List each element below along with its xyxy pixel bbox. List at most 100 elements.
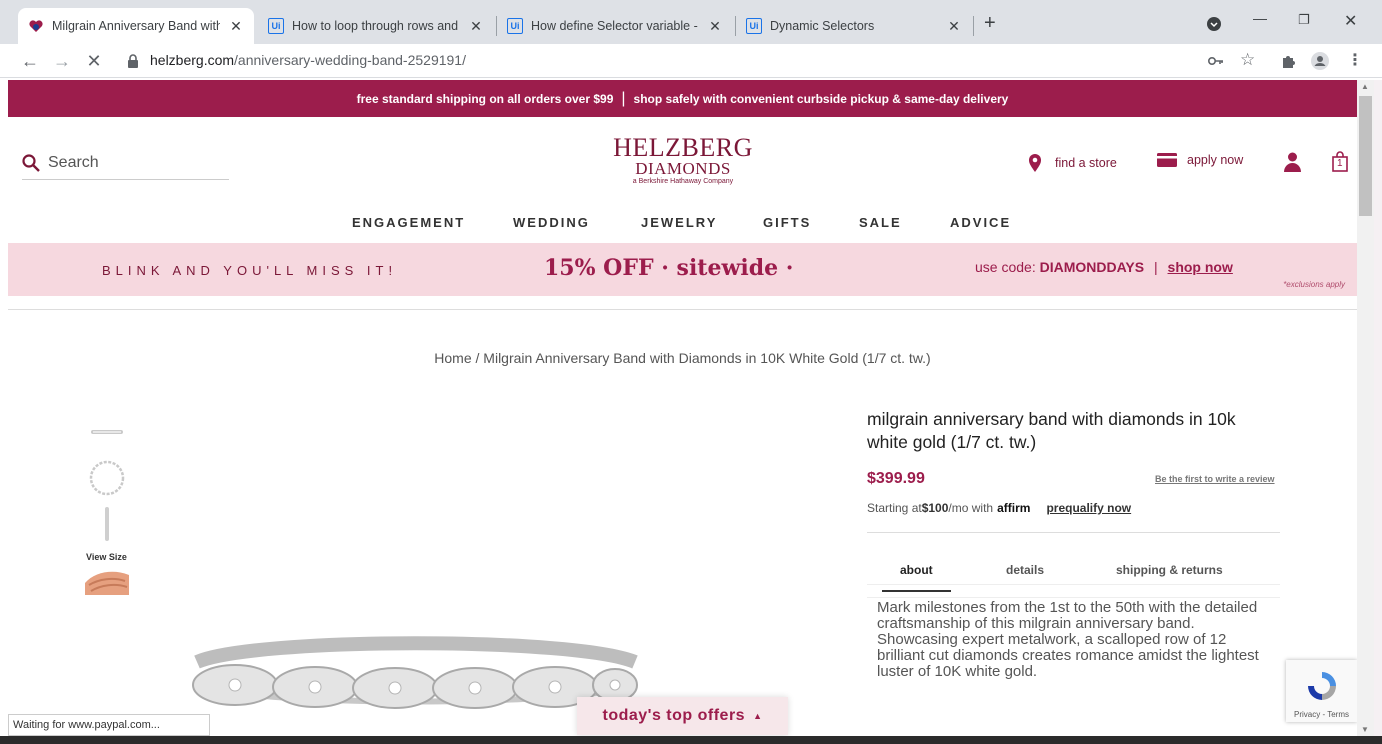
uipath-icon: Ui — [507, 18, 523, 34]
search-field[interactable]: Search — [22, 147, 229, 180]
restore-icon[interactable]: ❐ — [1298, 12, 1310, 28]
breadcrumb-separator: / — [471, 350, 484, 366]
cart-button[interactable]: 1 — [1332, 151, 1348, 173]
nav-engagement[interactable]: ENGAGEMENT — [352, 215, 465, 230]
thumbnail-front[interactable] — [85, 411, 129, 453]
breadcrumb-home[interactable]: Home — [434, 350, 471, 366]
top-offers-label: today's top offers — [602, 707, 746, 724]
product-price: $399.99 — [867, 470, 925, 487]
active-tab-indicator — [882, 590, 951, 592]
address-bar: ← → ✕ helzberg.com/anniversary-wedding-b… — [0, 44, 1382, 78]
caret-up-icon: ▲ — [753, 711, 763, 721]
product-main-image[interactable] — [135, 407, 690, 737]
sale-banner[interactable]: BLINK AND YOU'LL MISS IT! 15% OFF · site… — [8, 243, 1357, 296]
credit-card-icon — [1157, 153, 1177, 167]
tab-details[interactable]: details — [1006, 563, 1044, 577]
top-offers-button[interactable]: today's top offers ▲ — [577, 697, 788, 735]
search-icon[interactable] — [22, 154, 40, 172]
recaptcha-badge[interactable]: Privacy - Terms — [1286, 660, 1357, 722]
logo-diamonds: DIAMONDS — [635, 159, 731, 178]
sale-code: use code: DIAMONDDAYS | shop now — [975, 259, 1233, 275]
lock-icon[interactable] — [127, 54, 139, 68]
tab-helzberg[interactable]: Milgrain Anniversary Band with D ✕ — [18, 8, 254, 44]
tab-search-icon[interactable] — [1207, 17, 1221, 31]
tab-title: Milgrain Anniversary Band with D — [52, 19, 220, 33]
main-nav: ENGAGEMENT WEDDING JEWELRY GIFTS SALE AD… — [8, 215, 1357, 235]
close-tab-icon[interactable]: ✕ — [468, 18, 484, 35]
promo-bar: free standard shipping on all orders ove… — [8, 80, 1357, 117]
back-icon[interactable]: ← — [18, 49, 42, 73]
bookmark-star-icon[interactable]: ☆ — [1240, 50, 1255, 70]
profile-icon[interactable] — [1311, 52, 1329, 70]
tab-shipping-returns[interactable]: shipping & returns — [1116, 563, 1223, 577]
browser-tabstrip: Milgrain Anniversary Band with D ✕ Ui Ho… — [0, 0, 1382, 44]
url-host: helzberg.com — [150, 52, 235, 68]
tab-title: How define Selector variable - He — [531, 19, 699, 33]
account-icon[interactable] — [1284, 152, 1301, 172]
tab-title: How to loop through rows and c — [292, 19, 460, 33]
promo-code: DIAMONDDAYS — [1039, 259, 1145, 275]
write-review-link[interactable]: Be the first to write a review — [1155, 474, 1275, 484]
ring-front-thumbnail — [91, 430, 123, 434]
key-icon[interactable] — [1208, 55, 1224, 67]
nav-gifts[interactable]: GIFTS — [763, 215, 811, 230]
extensions-icon[interactable] — [1280, 53, 1296, 69]
url-field[interactable]: helzberg.com/anniversary-wedding-band-25… — [150, 52, 466, 68]
scroll-down-icon[interactable]: ▼ — [1361, 725, 1369, 734]
hand-thumbnail — [85, 571, 129, 595]
thumbnail-hand[interactable] — [85, 565, 129, 597]
ring-side-thumbnail — [105, 507, 109, 541]
use-code-label: use code: — [975, 259, 1036, 275]
scroll-up-icon[interactable]: ▲ — [1361, 82, 1369, 91]
apply-now-link[interactable]: apply now — [1157, 153, 1243, 167]
tab-dynamic-selectors[interactable]: Ui Dynamic Selectors ✕ — [736, 8, 972, 44]
tab-selector-variable[interactable]: Ui How define Selector variable - He ✕ — [497, 8, 733, 44]
ring-top-thumbnail — [89, 460, 125, 496]
recaptcha-links[interactable]: Privacy - Terms — [1286, 710, 1357, 719]
recaptcha-icon — [1308, 672, 1336, 700]
view-size-label: View Size — [86, 552, 127, 562]
divider — [8, 309, 1357, 310]
promo-curbside[interactable]: shop safely with convenient curbside pic… — [634, 92, 1009, 106]
nav-sale[interactable]: SALE — [859, 215, 902, 230]
logo-tagline: a Berkshire Hathaway Company — [632, 178, 734, 185]
close-tab-icon[interactable]: ✕ — [946, 18, 962, 35]
apply-now-label: apply now — [1187, 153, 1244, 167]
tab-separator — [973, 16, 974, 36]
code-separator: | — [1154, 259, 1158, 275]
stop-loading-icon[interactable]: ✕ — [82, 49, 106, 73]
tab-divider — [867, 584, 1280, 585]
browser-menu-icon[interactable]: ⋮ — [1347, 50, 1363, 70]
nav-wedding[interactable]: WEDDING — [513, 215, 590, 230]
nav-advice[interactable]: ADVICE — [950, 215, 1011, 230]
page-scrollbar[interactable]: ▲ ▼ — [1357, 80, 1374, 736]
logo-helzberg: HELZBERG — [613, 133, 753, 162]
affirm-logo: affirm — [997, 501, 1031, 515]
uipath-icon: Ui — [746, 18, 762, 34]
prequalify-link[interactable]: prequalify now — [1046, 501, 1131, 515]
breadcrumb-current: Milgrain Anniversary Band with Diamonds … — [483, 350, 931, 366]
os-taskbar — [0, 736, 1382, 744]
close-window-icon[interactable]: ✕ — [1344, 11, 1357, 31]
shop-now-link[interactable]: shop now — [1168, 259, 1233, 275]
find-store-label: find a store — [1055, 156, 1117, 170]
close-tab-icon[interactable]: ✕ — [707, 18, 723, 35]
tab-loop-rows[interactable]: Ui How to loop through rows and c ✕ — [258, 8, 494, 44]
minimize-icon[interactable]: — — [1253, 10, 1267, 26]
map-pin-icon — [1029, 154, 1041, 172]
thumbnail-side[interactable] — [85, 503, 129, 545]
helzberg-logo[interactable]: HELZBERG DIAMONDS a Berkshire Hathaway C… — [608, 135, 758, 187]
find-store-link[interactable]: find a store — [1028, 153, 1117, 173]
promo-shipping[interactable]: free standard shipping on all orders ove… — [357, 92, 614, 106]
forward-icon[interactable]: → — [50, 49, 74, 73]
nav-jewelry[interactable]: JEWELRY — [641, 215, 717, 230]
new-tab-button[interactable]: + — [984, 12, 996, 35]
thumbnail-top[interactable] — [85, 457, 129, 499]
sale-offer-text: 15% OFF · sitewide · — [544, 255, 794, 281]
uipath-icon: Ui — [268, 18, 284, 34]
close-tab-icon[interactable]: ✕ — [228, 18, 244, 35]
financing-prefix: Starting at — [867, 501, 922, 515]
scrollbar-thumb[interactable] — [1359, 96, 1372, 216]
tab-about[interactable]: about — [900, 563, 933, 577]
search-placeholder: Search — [48, 154, 99, 171]
